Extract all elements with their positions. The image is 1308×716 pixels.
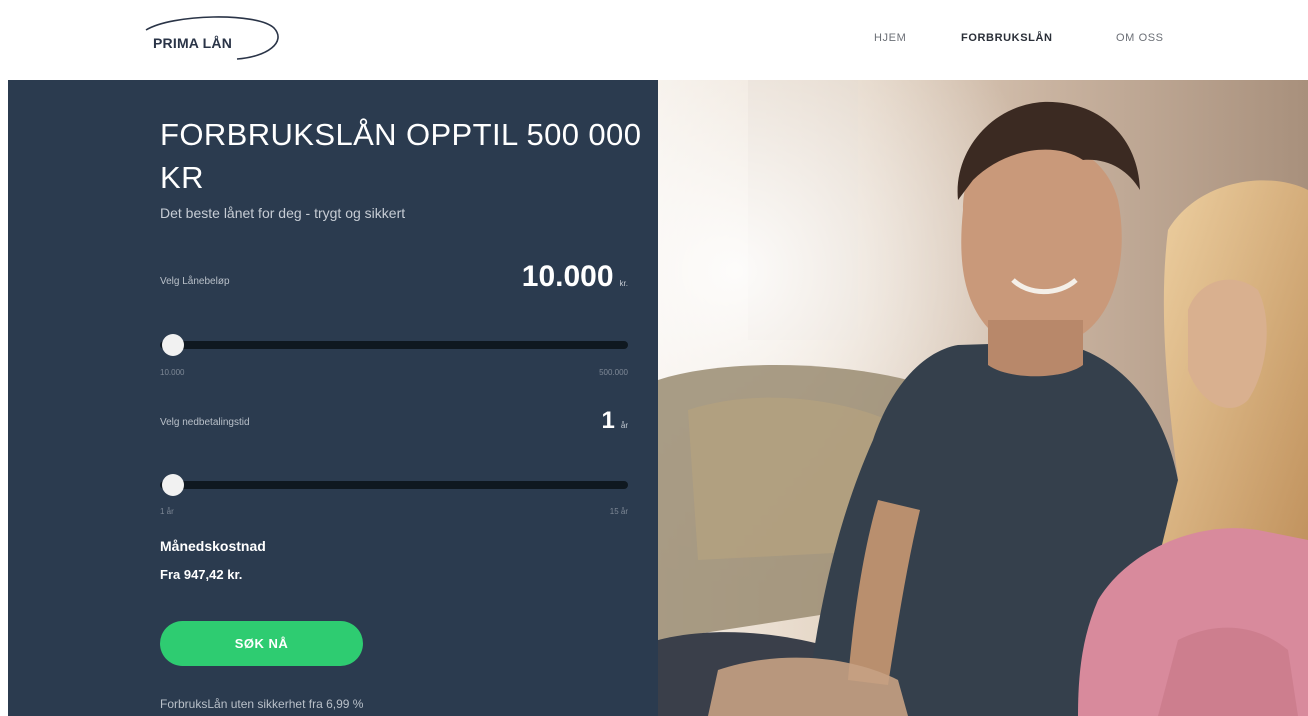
logo-text: PRIMA LÅN	[153, 35, 233, 51]
prima-lan-logo[interactable]: PRIMA LÅN	[142, 12, 287, 64]
loan-amount-max: 500.000	[599, 368, 628, 377]
loan-amount-value: 10.000 kr.	[522, 260, 628, 294]
monthly-cost-value: Fra 947,42 kr.	[160, 567, 243, 582]
site-header: PRIMA LÅN HJEM FORBRUKSLÅN OM OSS	[0, 0, 1308, 80]
loan-amount-slider-handle[interactable]	[162, 334, 184, 356]
nav-hjem[interactable]: HJEM	[874, 32, 906, 44]
loan-amount-unit: kr.	[619, 279, 628, 288]
nav-om-oss[interactable]: OM OSS	[1116, 32, 1164, 44]
apply-now-button[interactable]: SØK NÅ	[160, 621, 363, 666]
repayment-max: 15 år	[609, 507, 628, 516]
page-title: FORBRUKSLÅN OPPTIL 500 000 KR	[160, 117, 642, 195]
page-subtitle: Det beste lånet for deg - trygt og sikke…	[160, 205, 406, 221]
loan-calculator-panel: FORBRUKSLÅN OPPTIL 500 000 KR Det beste …	[8, 80, 658, 716]
repayment-number: 1	[601, 407, 615, 434]
repayment-label: Velg nedbetalingstid	[160, 417, 250, 428]
repayment-slider-track[interactable]	[160, 481, 628, 489]
couple-photo	[658, 80, 1308, 716]
couple-photo-icon	[658, 80, 1308, 716]
repayment-unit: år	[620, 421, 628, 430]
repayment-min: 1 år	[160, 507, 174, 516]
loan-amount-number: 10.000	[521, 260, 614, 293]
loan-amount-slider-track[interactable]	[160, 341, 628, 349]
nav-forbrukslan[interactable]: FORBRUKSLÅN	[961, 32, 1053, 44]
loan-amount-label: Velg Lånebeløp	[160, 276, 230, 287]
loan-amount-min: 10.000	[160, 368, 185, 377]
monthly-cost-label: Månedskostnad	[160, 538, 266, 554]
interest-footnote: ForbruksLån uten sikkerhet fra 6,99 %	[160, 697, 364, 711]
repayment-value: 1 år	[602, 407, 628, 435]
repayment-slider-handle[interactable]	[162, 474, 184, 496]
